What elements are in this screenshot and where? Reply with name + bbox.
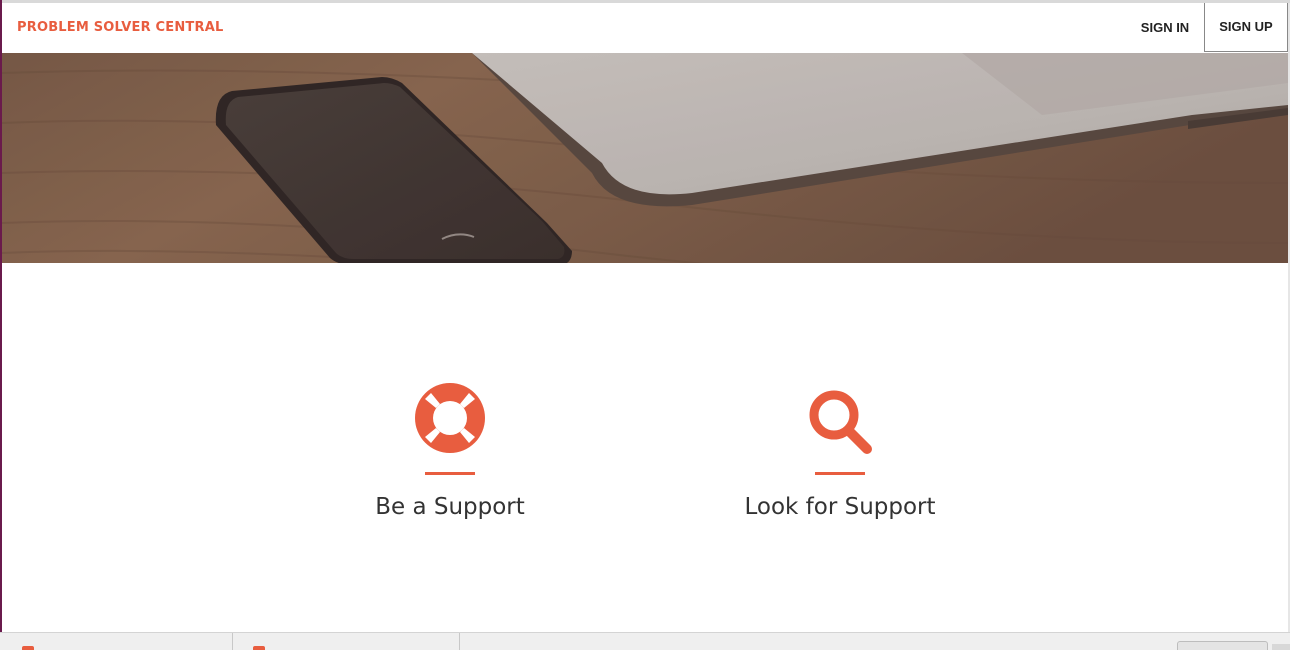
- hero-banner-image: [2, 53, 1288, 263]
- browser-viewport: PROBLEM SOLVER CENTRAL SIGN IN SIGN UP B…: [0, 0, 1290, 650]
- be-a-support-label: Be a Support: [375, 494, 525, 520]
- close-bar-button[interactable]: [1272, 644, 1290, 650]
- feature-divider: [815, 472, 865, 475]
- download-item[interactable]: [233, 633, 460, 650]
- file-icon: [22, 646, 34, 650]
- navbar: PROBLEM SOLVER CENTRAL SIGN IN SIGN UP: [2, 3, 1288, 53]
- search-icon: [809, 390, 872, 454]
- look-for-support-label: Look for Support: [744, 494, 936, 520]
- sign-up-button[interactable]: SIGN UP: [1204, 3, 1288, 52]
- file-icon: [253, 646, 265, 650]
- look-for-support-feature[interactable]: Look for Support: [710, 380, 970, 520]
- show-all-button[interactable]: [1177, 641, 1268, 650]
- be-a-support-feature[interactable]: Be a Support: [320, 380, 580, 520]
- brand-link[interactable]: PROBLEM SOLVER CENTRAL: [17, 20, 223, 35]
- feature-divider: [425, 472, 475, 475]
- bottom-download-bar: [0, 632, 1290, 650]
- lifebuoy-icon: [415, 383, 485, 453]
- download-item[interactable]: [2, 633, 233, 650]
- sign-in-link[interactable]: SIGN IN: [1127, 3, 1203, 52]
